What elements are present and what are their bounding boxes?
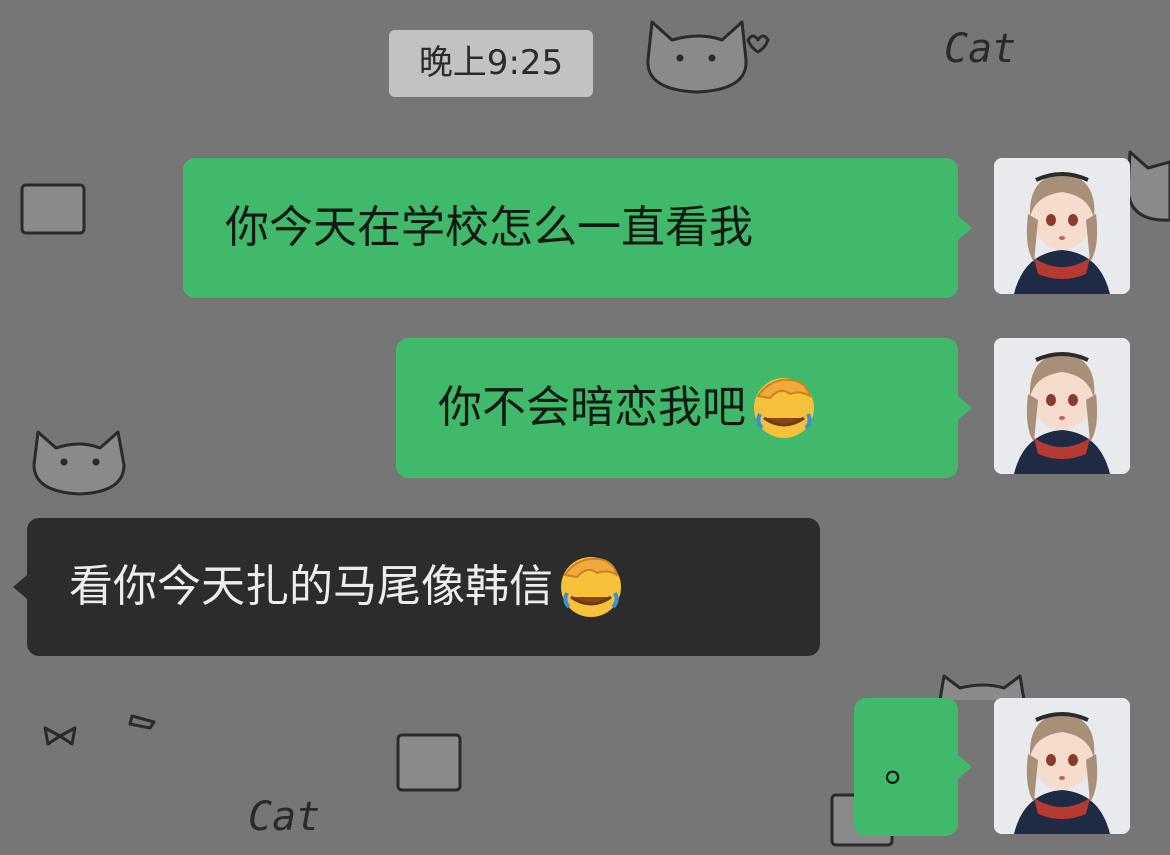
message-bubble-outgoing[interactable]: 你今天在学校怎么一直看我 (183, 158, 972, 298)
cat-doodle-icon (32, 430, 126, 496)
cat-doodle-icon (1126, 150, 1170, 222)
bubble-tail (958, 396, 972, 420)
facepalm-emoji-icon (561, 557, 621, 617)
cat-doodle-icon (646, 20, 748, 94)
bubble-tail (958, 755, 972, 779)
box-doodle-icon (396, 733, 462, 792)
anime-girl-avatar-icon (994, 158, 1130, 294)
message-text: 看你今天扎的马尾像韩信 (69, 561, 553, 612)
wallpaper-cat-text: Cat (248, 794, 320, 840)
user-avatar[interactable] (994, 698, 1130, 834)
message-bubble-incoming[interactable]: 看你今天扎的马尾像韩信 (13, 518, 820, 656)
heart-doodle-icon (746, 34, 770, 54)
facepalm-emoji-icon (754, 378, 814, 438)
timestamp-pill: 晚上9:25 (389, 30, 593, 97)
anime-girl-avatar-icon (994, 698, 1130, 834)
cat-doodle-icon (938, 674, 1026, 702)
wallpaper-cat-text: Cat (944, 26, 1016, 72)
message-text: 你今天在学校怎么一直看我 (225, 202, 753, 253)
message-bubble-outgoing[interactable]: 。 (854, 698, 972, 836)
message-bubble-outgoing[interactable]: 你不会暗恋我吧 (396, 338, 972, 478)
bubble-tail (958, 216, 972, 240)
bow-doodle-icon (43, 726, 77, 746)
user-avatar[interactable] (994, 338, 1130, 474)
message-text: 你不会暗恋我吧 (438, 382, 746, 433)
bubble-tail (13, 575, 27, 599)
message-text: 。 (884, 741, 928, 792)
anime-girl-avatar-icon (994, 338, 1130, 474)
pin-doodle-icon (128, 714, 156, 730)
box-doodle-icon (20, 183, 86, 235)
user-avatar[interactable] (994, 158, 1130, 294)
timestamp-label: 晚上9:25 (418, 43, 564, 83)
